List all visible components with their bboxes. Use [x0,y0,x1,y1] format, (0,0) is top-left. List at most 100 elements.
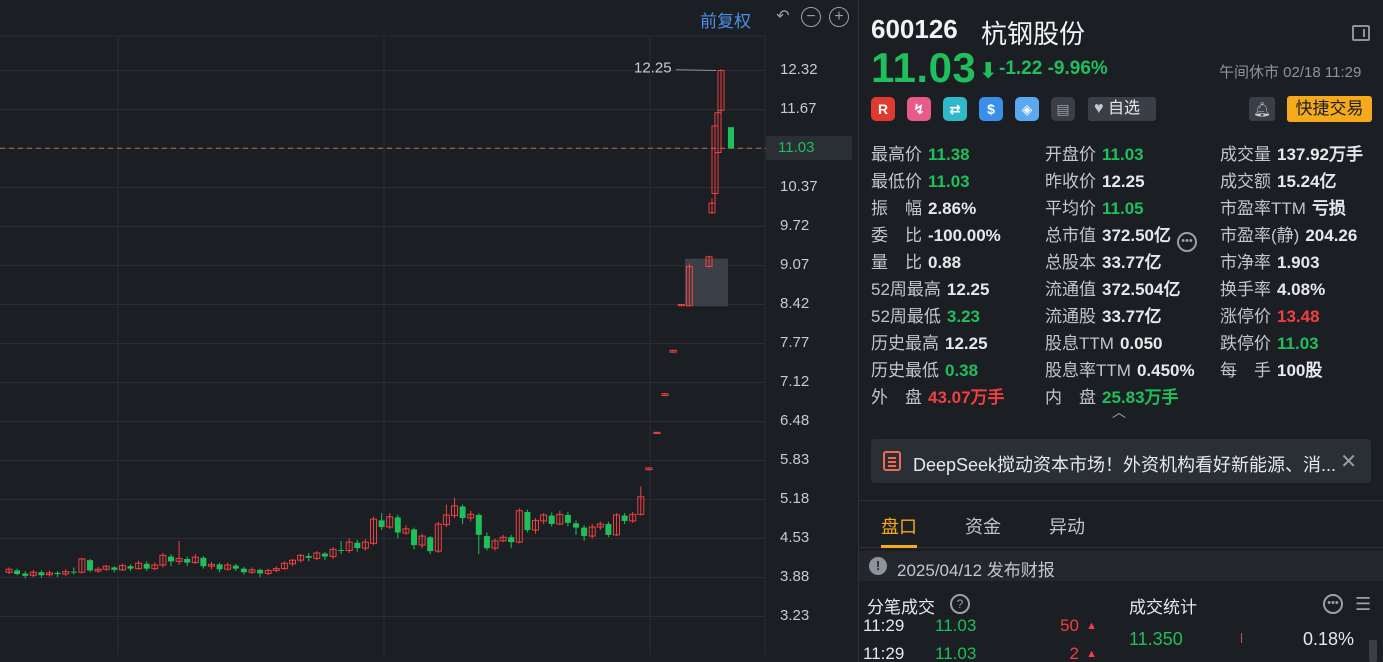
kline-chart-area[interactable]: 12.25 前复权 ↶ − + 12.32 11.67 11.03 10.37 9.72… [0,0,858,662]
notes-icon[interactable]: ▤ [1051,97,1075,121]
stat-label: 总股本 [1045,253,1096,272]
candle-body [524,511,531,531]
add-watchlist-button[interactable]: ♥ 自选 [1088,97,1156,121]
close-icon[interactable]: ✕ [1340,449,1357,474]
y-tick-label: 3.23 [780,607,810,624]
help-icon[interactable]: ? [950,594,970,614]
stat-item: 历史最高 12.25 [871,329,988,354]
active-tab-indicator [881,545,917,548]
earnings-notice[interactable]: ! 2025/04/12 发布财报 [859,551,1383,581]
y-tick-label: 5.83 [780,451,810,468]
stat-value: 0.38 [945,361,979,380]
candle-body [240,568,247,573]
stat-item: 委 比 -100.00% [871,221,1001,246]
candle-body [508,537,515,543]
stat-item: 振 幅 2.86% [871,194,976,219]
stat-label: 内 盘 [1045,388,1096,407]
stat-label: 股息TTM [1045,334,1114,353]
candle-body [257,569,264,574]
scrollbar[interactable] [1369,640,1377,662]
candle-body [14,570,21,575]
stat-label: 涨停价 [1220,307,1271,326]
stat-item: 市净率 1.903 [1220,248,1320,273]
candle-body [605,524,612,535]
tick-trades-title: 分笔成交 [867,598,935,617]
y-tick-label: 7.12 [780,373,810,390]
candle-body [427,537,434,552]
bell-icon[interactable]: 🔔︎ [1249,97,1275,121]
stat-value: 12.25 [1102,172,1145,191]
stat-value: 3.23 [946,307,981,326]
stat-value: 33.77亿 [1102,307,1162,326]
stat-value: 15.24亿 [1277,172,1337,191]
dollar-icon[interactable]: $ [979,97,1003,121]
stat-value: 204.26 [1305,226,1358,245]
concept-tag-icon[interactable]: ◈ [1015,97,1039,121]
stat-label: 成交额 [1220,172,1271,191]
current-price-tag: 11.03 [766,136,852,160]
stat-label: 外 盘 [871,388,922,407]
layout-toggle-icon[interactable] [1352,25,1370,41]
list-menu-icon[interactable]: ☰ [1355,594,1375,614]
zoom-in-icon[interactable]: + [829,7,849,27]
quick-trade-button[interactable]: 快捷交易 [1287,96,1372,122]
stat-label: 52周最低 [871,307,941,326]
stat-label: 振 幅 [871,199,922,218]
candle-body [354,542,361,549]
candle-body [338,549,345,551]
y-tick-label: 6.48 [780,412,810,429]
heart-icon: ♥ [1094,100,1104,117]
tab-capital[interactable]: 资金 [965,513,1001,539]
stat-value: 11.05 [1102,199,1144,218]
stat-item: 最低价 11.03 [871,167,970,192]
more-icon[interactable]: ••• [1177,232,1197,252]
down-arrow-icon: ⬇ [979,58,998,83]
y-tick-label: 4.53 [780,529,810,546]
news-headline[interactable]: DeepSeek搅动资本市场！外资机构看好新能源、消... [913,451,1336,477]
candle-body [483,536,490,549]
tab-unusual[interactable]: 异动 [1049,513,1085,539]
stat-value: 43.07万手 [928,388,1005,407]
stat-item: 每 手 100股 [1220,356,1322,381]
stat-label: 历史最高 [871,334,939,353]
stat-value: 0.450% [1136,361,1195,380]
kline-chart[interactable]: 12.25 [0,0,858,662]
stat-label: 总市值 [1045,226,1096,245]
stat-label: 52周最高 [871,280,941,299]
reset-icon[interactable]: ↶ [773,7,793,27]
list-item: 11:29 11.03 2 ▲ [863,644,1097,662]
stat-label: 市盈率TTM [1220,199,1306,218]
candle-body [728,127,734,149]
candle-body [378,520,385,528]
connect-icon[interactable]: ⇄ [943,97,967,121]
stat-item: 52周最低 3.23 [871,302,980,327]
tab-orderbook[interactable]: 盘口 [881,513,917,539]
margin-trading-icon[interactable]: ↯ [907,97,931,121]
candle-body [87,560,93,571]
candle-body [200,557,207,567]
news-banner[interactable]: DeepSeek搅动资本市场！外资机构看好新能源、消... ✕ [871,439,1371,483]
stat-item: 股息TTM 0.050 [1045,329,1162,354]
zoom-out-icon[interactable]: − [801,7,821,27]
stat-value: 12.25 [945,334,988,353]
candle-body [305,555,312,558]
candle-body [216,564,223,570]
tick-trades-list: 11:29 11.03 50 ▲ 11:29 11.03 2 ▲ [859,618,1109,662]
more-options-icon[interactable]: ••• [1323,594,1343,614]
stat-item: 成交额 15.24亿 [1220,167,1337,192]
list-item: 11:29 11.03 50 ▲ [863,618,1097,635]
stat-item: 总股本 33.77亿 [1045,248,1162,273]
stat-value: 0.88 [928,253,962,272]
collapse-caret-icon[interactable]: ︿ [1112,402,1126,422]
price-adjust-selector[interactable]: 前复权 [700,7,751,32]
y-tick-label: 9.07 [780,256,810,273]
candle-body [548,515,555,525]
stat-label: 成交量 [1220,145,1271,164]
last-price: 11.03 [871,44,977,91]
price-change: -1.22 -9.96% [999,58,1108,79]
stat-item: 成交量 137.92万手 [1220,140,1363,165]
candle-body [564,514,571,523]
china-flag-icon[interactable]: R [871,97,895,121]
stat-item: 平均价 11.05 [1045,194,1144,219]
y-tick-label: 7.77 [780,334,810,351]
